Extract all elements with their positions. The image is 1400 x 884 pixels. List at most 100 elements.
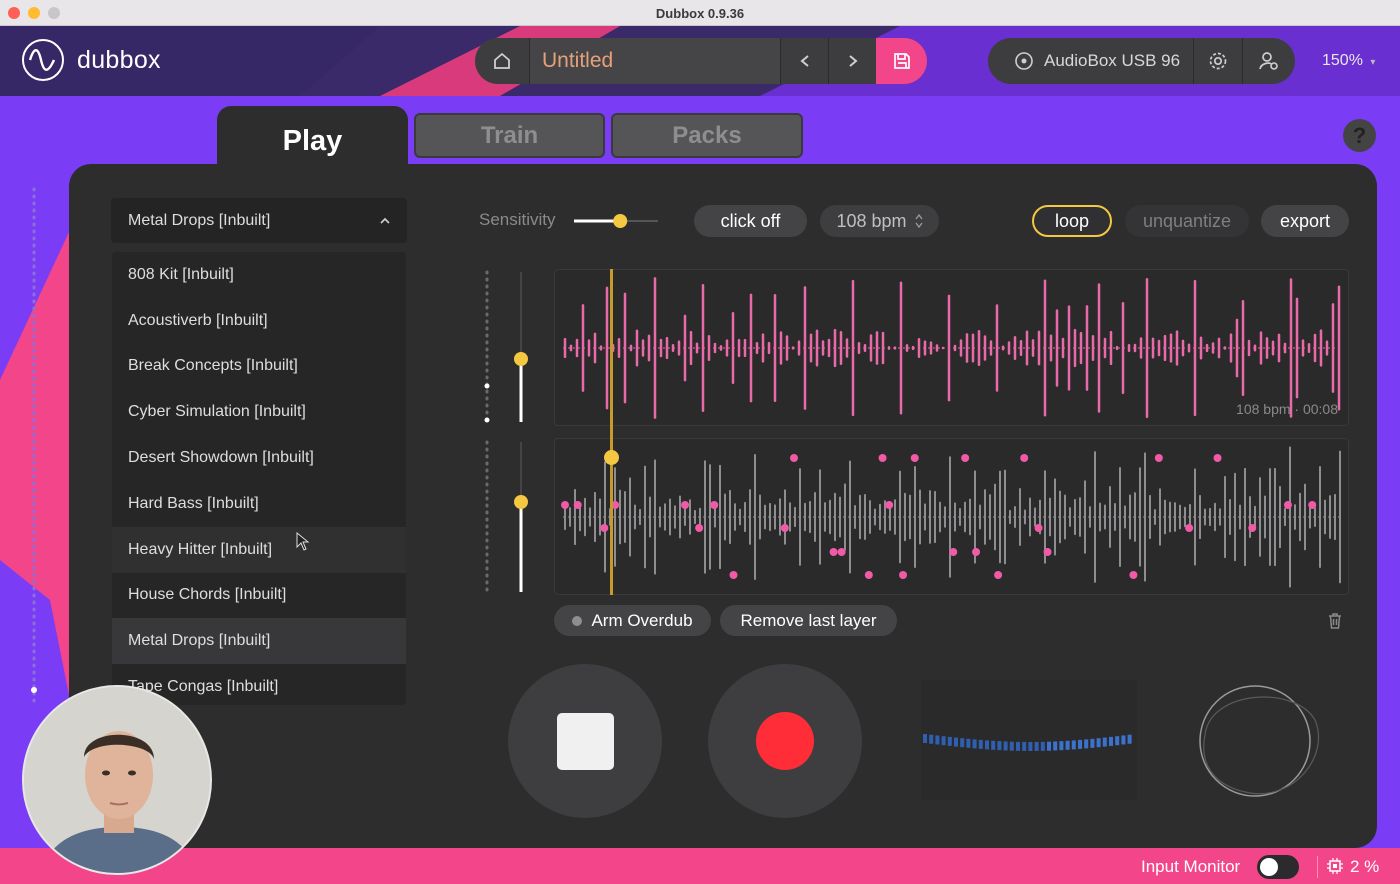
trash-icon[interactable]: [1326, 612, 1344, 630]
hit-marker: [729, 571, 738, 579]
export-button[interactable]: export: [1261, 205, 1349, 237]
redo-button[interactable]: [829, 38, 876, 84]
track1-waveform[interactable]: 108 bpm · 00:08: [554, 269, 1349, 426]
hit-marker: [1248, 524, 1257, 532]
pack-option[interactable]: Metal Drops [Inbuilt]: [112, 618, 406, 665]
hit-marker: [961, 454, 970, 462]
hit-marker: [1154, 454, 1163, 462]
hit-marker: [1213, 454, 1222, 462]
audio-device-selector[interactable]: AudioBox USB 96: [988, 38, 1193, 84]
track2-volume-slider[interactable]: [478, 438, 538, 598]
pack-option[interactable]: House Chords [Inbuilt]: [112, 573, 406, 619]
save-button[interactable]: [876, 38, 927, 84]
meter-segment: [1028, 742, 1033, 751]
pack-option[interactable]: Hard Bass [Inbuilt]: [112, 481, 406, 527]
settings-button[interactable]: [1194, 38, 1242, 84]
stop-icon: [557, 713, 614, 770]
hit-marker: [1283, 501, 1292, 509]
cpu-icon: [1327, 858, 1343, 874]
input-monitor-label: Input Monitor: [1141, 857, 1241, 876]
pack-option[interactable]: 808 Kit [Inbuilt]: [112, 252, 406, 298]
click-toggle-button[interactable]: click off: [694, 205, 807, 237]
input-level-meter: [921, 680, 1137, 800]
cpu-usage: 2 %: [1350, 857, 1380, 876]
meter-segment: [1090, 738, 1095, 748]
tab-train[interactable]: Train: [414, 113, 605, 158]
meter-segment: [1053, 741, 1058, 751]
device-bar: AudioBox USB 96: [988, 38, 1295, 84]
meter-segment: [997, 741, 1002, 751]
track1-volume-slider[interactable]: [478, 268, 538, 428]
pack-option[interactable]: Break Concepts [Inbuilt]: [112, 344, 406, 390]
input-monitor-toggle[interactable]: [1257, 855, 1299, 879]
hit-marker: [790, 454, 799, 462]
pack-select-value: Metal Drops [Inbuilt]: [128, 211, 271, 229]
pack-option[interactable]: Cyber Simulation [Inbuilt]: [112, 389, 406, 435]
record-button[interactable]: [708, 664, 862, 818]
hit-marker: [899, 571, 908, 579]
hit-marker: [837, 548, 846, 556]
undo-button[interactable]: [781, 38, 828, 84]
zoom-selector[interactable]: 150% ▾: [1322, 52, 1375, 70]
tab-packs[interactable]: Packs: [611, 113, 803, 158]
meter-segment: [1102, 737, 1107, 747]
arm-overdub-button[interactable]: Arm Overdub: [554, 605, 711, 636]
track1-waveform-graphic: [563, 277, 1343, 419]
help-button[interactable]: ?: [1343, 119, 1376, 152]
gear-icon: [1209, 52, 1227, 70]
project-bar: Untitled: [475, 38, 927, 84]
hit-marker: [710, 501, 719, 509]
bpm-stepper[interactable]: 108 bpm: [820, 205, 939, 237]
left-scroll-track[interactable]: [28, 185, 40, 705]
hit-marker: [949, 548, 958, 556]
stepper-arrows-icon: [914, 213, 923, 229]
bpm-value: 108 bpm: [836, 210, 907, 231]
home-button[interactable]: [475, 38, 529, 84]
remove-last-layer-button[interactable]: Remove last layer: [720, 605, 897, 636]
meter-segment: [1084, 739, 1089, 749]
sensitivity-label: Sensitivity: [479, 210, 556, 229]
logo-text: dubbox: [77, 46, 161, 74]
pack-option[interactable]: Desert Showdown [Inbuilt]: [112, 435, 406, 481]
hit-marker: [1020, 454, 1029, 462]
sensitivity-slider[interactable]: [572, 208, 662, 234]
pack-option[interactable]: Acoustiverb [Inbuilt]: [112, 298, 406, 344]
meter-segment: [985, 740, 989, 750]
pack-select[interactable]: Metal Drops [Inbuilt]: [111, 198, 407, 243]
meter-segment: [1115, 736, 1120, 746]
hit-marker: [864, 571, 873, 579]
hit-marker: [1043, 548, 1052, 556]
hit-marker: [600, 524, 609, 532]
hit-marker: [681, 501, 690, 509]
meter-segment: [1003, 741, 1008, 751]
track2-waveform[interactable]: [554, 438, 1349, 595]
hit-marker: [1129, 571, 1138, 579]
sound-blob-visualizer: [1199, 685, 1320, 797]
track2-waveform-graphic: [561, 446, 1343, 588]
hit-marker: [561, 501, 570, 509]
stop-button[interactable]: [508, 664, 662, 818]
hit-marker: [1185, 524, 1194, 532]
hit-marker: [878, 454, 887, 462]
chevron-left-icon: [799, 55, 809, 67]
unquantize-button[interactable]: unquantize: [1125, 205, 1249, 237]
meter-segment: [978, 739, 983, 749]
project-name-field[interactable]: Untitled: [530, 38, 780, 84]
meter-segment: [954, 737, 958, 747]
meter-segment: [1127, 734, 1132, 744]
track1-info: 108 bpm · 00:08: [1236, 401, 1338, 417]
user-settings-button[interactable]: [1243, 38, 1295, 84]
meter-segment: [1047, 741, 1051, 751]
meter-segment: [960, 738, 965, 748]
meter-segment: [1022, 741, 1027, 751]
loop-toggle-button[interactable]: loop: [1032, 205, 1112, 237]
meter-segment: [1016, 741, 1020, 751]
meter-segment: [1065, 740, 1070, 750]
chevron-right-icon: [848, 55, 858, 67]
meter-segment: [1009, 741, 1014, 751]
playhead[interactable]: [610, 269, 613, 595]
audio-device-name: AudioBox USB 96: [1044, 51, 1181, 70]
pack-option[interactable]: Heavy Hitter [Inbuilt]: [112, 526, 406, 573]
hit-marker: [1308, 501, 1317, 509]
meter-segment: [923, 734, 927, 743]
